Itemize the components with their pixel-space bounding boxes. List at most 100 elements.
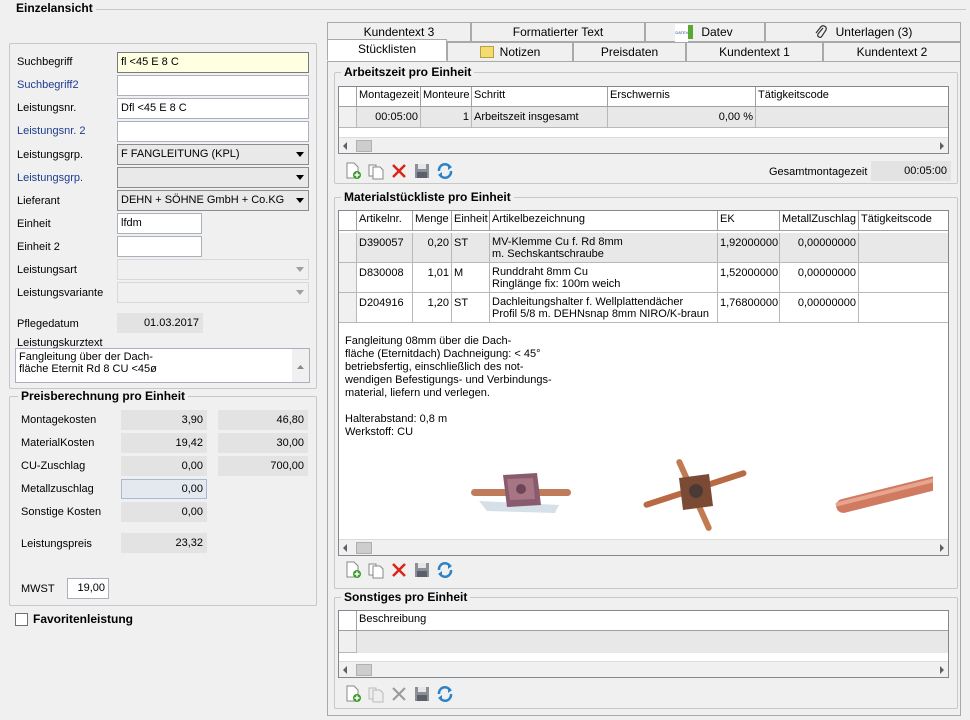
tab-kundentext1[interactable]: Kundentext 1 [686,42,823,62]
save-icon[interactable] [413,685,431,703]
refresh-icon[interactable] [436,561,454,579]
cell-montagezeit[interactable]: 00:05:00 [357,107,421,128]
mwst-input[interactable]: 19,00 [67,578,109,599]
add-icon[interactable] [344,561,362,579]
tab-stuecklisten[interactable]: Stücklisten [327,39,447,61]
material-col-menge[interactable]: Menge [413,211,452,231]
leistungsgrp-select[interactable]: F FANGLEITUNG (KPL) [117,144,309,165]
tab-kundentext2[interactable]: Kundentext 2 [823,42,961,62]
copy-icon[interactable] [367,685,385,703]
table-row[interactable]: D830008 1,01 M Runddraht 8mm Cu Ringläng… [339,263,948,293]
table-row[interactable]: D390057 0,20 ST MV-Klemme Cu f. Rd 8mm m… [339,233,948,263]
arbeitszeit-col-schritt[interactable]: Schritt [472,87,608,107]
suchbegriff-input[interactable]: fl <45 E 8 C [117,52,309,73]
cell-taetigkeitscode[interactable] [756,107,948,128]
refresh-icon[interactable] [436,685,454,703]
arbeitszeit-col-taetigkeitscode[interactable]: Tätigkeitscode [756,87,948,107]
cell-bezeichnung[interactable]: Runddraht 8mm Cu Ringlänge fix: 100m wei… [490,263,718,293]
scroll-thumb[interactable] [356,664,372,676]
cell-metallzuschlag[interactable]: 0,00000000 [780,233,859,263]
material-grid[interactable]: Artikelnr. Menge Einheit Artikelbezeichn… [338,210,949,556]
cell-ek[interactable]: 1,52000000 [718,263,780,293]
cell-bezeichnung[interactable]: MV-Klemme Cu f. Rd 8mm m. Sechskantschra… [490,233,718,263]
kurztext-scrollbar[interactable] [292,349,309,382]
arbeitszeit-col-montagezeit[interactable]: Montagezeit [357,87,421,107]
material-hscrollbar[interactable] [339,539,948,555]
cell-taetigkeitscode[interactable] [859,263,948,293]
tab-unterlagen[interactable]: Unterlagen (3) [765,22,961,42]
scroll-left-icon[interactable] [343,544,347,552]
cell-artikelnr[interactable]: D204916 [357,293,413,323]
cell-monteure[interactable]: 1 [421,107,472,128]
tab-datev[interactable]: DATEV Datev [645,22,765,42]
delete-icon[interactable] [390,685,408,703]
cell-schritt[interactable]: Arbeitszeit insgesamt [472,107,608,128]
tab-formatierter-text[interactable]: Formatierter Text [471,22,645,42]
sonstiges-hscrollbar[interactable] [339,661,948,677]
cell-taetigkeitscode[interactable] [859,233,948,263]
cell-taetigkeitscode[interactable] [859,293,948,323]
cell-artikelnr[interactable]: D390057 [357,233,413,263]
material-col-einheit[interactable]: Einheit [452,211,490,231]
cell-menge[interactable]: 1,01 [413,263,452,293]
delete-icon[interactable] [390,162,408,180]
cell-einheit[interactable]: ST [452,233,490,263]
table-row[interactable]: 00:05:00 1 Arbeitszeit insgesamt 0,00 % [339,107,948,128]
lieferant-select[interactable]: DEHN + SÖHNE GmbH + Co.KG [117,190,309,211]
leistungsnr2-input[interactable] [117,121,309,142]
cell-menge[interactable]: 0,20 [413,233,452,263]
cell-erschwernis[interactable]: 0,00 % [608,107,756,128]
save-icon[interactable] [413,162,431,180]
suchbegriff2-input[interactable] [117,75,309,96]
chevron-down-icon [296,152,304,157]
arbeitszeit-hscrollbar[interactable] [339,137,948,153]
cell-ek[interactable]: 1,76800000 [718,293,780,323]
save-icon[interactable] [413,561,431,579]
add-icon[interactable] [344,162,362,180]
arbeitszeit-col-monteure[interactable]: Monteure [421,87,472,107]
leistungsnr-input[interactable]: Dfl <45 E 8 C [117,98,309,119]
cell-metallzuschlag[interactable]: 0,00000000 [780,293,859,323]
leistungspreis-value: 23,32 [121,533,207,553]
cell-metallzuschlag[interactable]: 0,00000000 [780,263,859,293]
cell-ek[interactable]: 1,92000000 [718,233,780,263]
tab-notizen[interactable]: Notizen [447,42,573,62]
material-col-ek[interactable]: EK [718,211,780,231]
leistungsvariante-select[interactable] [117,282,309,303]
scroll-thumb[interactable] [356,140,372,152]
scroll-right-icon[interactable] [940,666,944,674]
sonstiges-col-beschreibung[interactable]: Beschreibung [357,611,948,631]
scroll-left-icon[interactable] [343,142,347,150]
delete-icon[interactable] [390,561,408,579]
table-row[interactable] [339,631,948,653]
cell-einheit[interactable]: ST [452,293,490,323]
scroll-left-icon[interactable] [343,666,347,674]
copy-icon[interactable] [367,561,385,579]
cell-artikelnr[interactable]: D830008 [357,263,413,293]
kurztext-textarea[interactable]: Fangleitung über der Dach- fläche Eterni… [15,348,310,383]
favoriten-checkbox[interactable] [15,613,28,626]
cell-menge[interactable]: 1,20 [413,293,452,323]
material-col-bezeichnung[interactable]: Artikelbezeichnung [490,211,718,231]
einheit-input[interactable]: lfdm [117,213,202,234]
scroll-right-icon[interactable] [940,544,944,552]
material-col-metallzuschlag[interactable]: MetallZuschlag [780,211,859,231]
arbeitszeit-col-erschwernis[interactable]: Erschwernis [608,87,756,107]
metall-value[interactable]: 0,00 [121,479,207,499]
cell-einheit[interactable]: M [452,263,490,293]
cell-bezeichnung[interactable]: Dachleitungshalter f. Wellplattendächer … [490,293,718,323]
leistungsart-select[interactable] [117,259,309,280]
einheit2-input[interactable] [117,236,202,257]
tab-preisdaten[interactable]: Preisdaten [573,42,686,62]
arbeitszeit-grid[interactable]: Montagezeit Monteure Schritt Erschwernis… [338,86,949,154]
leistungsgrp2-select[interactable] [117,167,309,188]
copy-icon[interactable] [367,162,385,180]
scroll-thumb[interactable] [356,542,372,554]
table-row[interactable]: D204916 1,20 ST Dachleitungshalter f. We… [339,293,948,323]
sonstiges-grid[interactable]: Beschreibung [338,610,949,678]
material-col-artikelnr[interactable]: Artikelnr. [357,211,413,231]
material-col-taetigkeitscode[interactable]: Tätigkeitscode [859,211,948,231]
refresh-icon[interactable] [436,162,454,180]
add-icon[interactable] [344,685,362,703]
scroll-right-icon[interactable] [940,142,944,150]
